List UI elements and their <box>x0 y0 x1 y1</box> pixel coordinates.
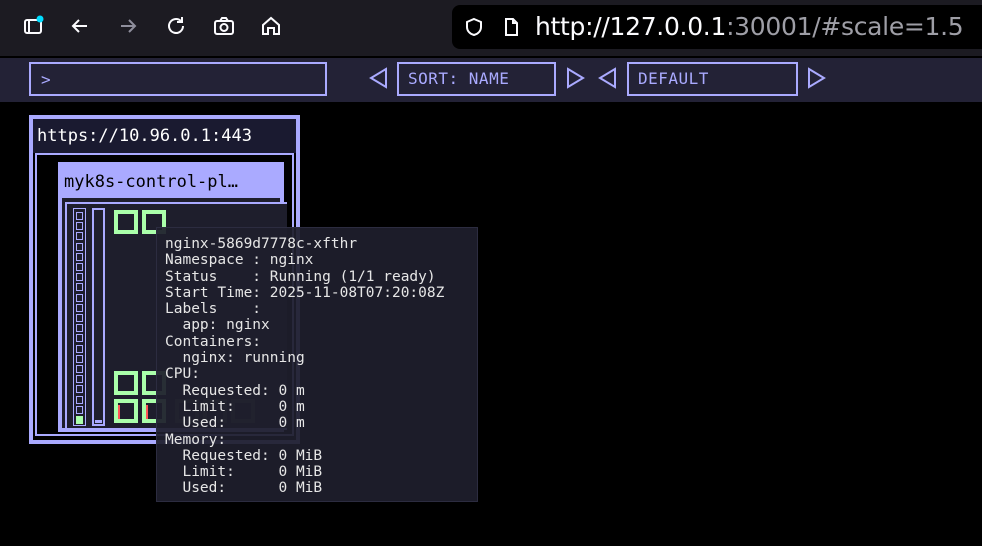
tooltip-line: nginx-5869d7778c-xfthr <box>165 236 358 252</box>
cpu-bar-segment <box>76 354 83 363</box>
home-icon[interactable] <box>257 12 285 40</box>
tooltip-line: Namespace : nginx <box>165 252 314 269</box>
tooltip-line: Requested: 0 MiB <box>165 447 323 464</box>
tooltip-line: app: nginx <box>165 317 270 334</box>
cpu-bar-segment <box>76 344 83 353</box>
cpu-bar-segment <box>76 283 83 292</box>
pod-usage-mark <box>146 405 148 419</box>
sort-prev-button[interactable] <box>368 66 390 90</box>
cpu-bar-segment <box>76 405 83 414</box>
sort-select[interactable]: SORT: NAME <box>397 62 556 96</box>
cpu-bar-segment <box>76 212 83 220</box>
cpu-bar-segment <box>76 324 83 333</box>
pod-box[interactable] <box>114 399 138 423</box>
url-rest: :30001/#scale=1.5 <box>726 12 964 41</box>
cpu-bar-segment <box>76 252 83 261</box>
cpu-bar-segment <box>76 365 83 373</box>
theme-select[interactable]: DEFAULT <box>627 62 798 96</box>
pod-usage-mark <box>118 405 120 419</box>
cpu-bar-segment <box>76 334 83 343</box>
node-title: myk8s-control-pl… <box>62 166 280 198</box>
reload-icon[interactable] <box>162 12 190 40</box>
sort-next-button[interactable] <box>564 66 586 90</box>
url-host: http://127.0.0.1 <box>535 12 727 41</box>
tooltip-line: Limit: 0 m <box>165 398 305 415</box>
tooltip-line: CPU: <box>165 366 200 383</box>
cpu-bar-segment <box>76 314 83 322</box>
pod-tooltip: nginx-5869d7778c-xfthr Namespace : nginx S… <box>156 227 478 502</box>
cpu-bar-segment <box>76 303 83 312</box>
node-memory-bar <box>92 208 105 426</box>
cpu-bar-segment <box>76 242 83 251</box>
cpu-bar-segment <box>76 232 83 241</box>
cluster-title: https://10.96.0.1:443 <box>33 119 296 153</box>
url-text[interactable]: http://127.0.0.1:30001/#scale=1.5 <box>535 12 964 41</box>
tooltip-line: nginx: running <box>165 350 305 367</box>
tooltip-line: Status : Running (1/1 ready) <box>165 268 436 285</box>
screenshot-icon[interactable] <box>210 12 238 40</box>
cpu-bar-segment <box>76 293 83 302</box>
page-icon[interactable] <box>501 17 521 37</box>
cpu-bar-segment <box>76 395 83 404</box>
tooltip-line: Requested: 0 m <box>165 382 305 399</box>
theme-next-button[interactable] <box>805 66 827 90</box>
tooltip-line: Limit: 0 MiB <box>165 464 323 481</box>
tooltip-line: Used: 0 m <box>165 415 305 432</box>
tooltip-line: Labels : <box>165 301 262 318</box>
tooltip-line: Memory: <box>165 431 227 448</box>
shield-icon[interactable] <box>464 17 484 37</box>
forward-icon[interactable] <box>114 12 142 40</box>
cpu-bar-segment <box>76 263 83 271</box>
address-bar[interactable]: http://127.0.0.1:30001/#scale=1.5 <box>452 5 982 49</box>
sidebar-icon[interactable] <box>19 12 47 40</box>
theme-prev-button[interactable] <box>597 66 619 90</box>
cpu-bar-segment <box>76 416 83 424</box>
browser-toolbar: http://127.0.0.1:30001/#scale=1.5 <box>0 0 982 56</box>
cpu-bar-segment <box>76 385 83 394</box>
cpu-bar-segment <box>76 375 83 384</box>
pod-box[interactable] <box>114 371 138 395</box>
memory-bar-fill <box>95 420 102 423</box>
cpu-bar-segment <box>76 273 83 282</box>
app-toolbar: SORT: NAME DEFAULT <box>0 58 982 102</box>
node-cpu-bar <box>73 208 86 426</box>
filter-input[interactable] <box>29 62 327 96</box>
tooltip-line: Start Time: 2025-11-08T07:20:08Z <box>165 284 445 301</box>
back-icon[interactable] <box>66 12 94 40</box>
pod-box[interactable] <box>114 210 138 234</box>
cpu-bar-segment <box>76 222 83 231</box>
tooltip-line: Containers: <box>165 333 262 350</box>
tooltip-line: Used: 0 MiB <box>165 480 323 497</box>
